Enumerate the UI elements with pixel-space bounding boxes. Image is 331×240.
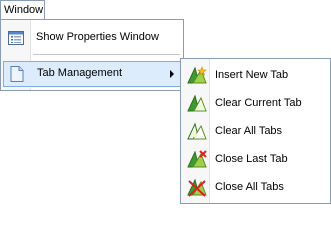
window-menu[interactable]: Window <box>0 0 45 19</box>
tab-management-icon <box>8 65 26 83</box>
submenu-item-label: Close All Tabs <box>215 181 284 193</box>
submenu-item-clear-all-tabs[interactable]: Clear All Tabs <box>182 118 329 144</box>
menu-item-tab-management[interactable]: Tab Management <box>3 61 181 87</box>
clear-all-tabs-icon <box>186 122 208 142</box>
menu-item-show-properties-window[interactable]: Show Properties Window <box>2 25 182 51</box>
close-all-tabs-icon <box>186 178 208 198</box>
clear-current-tab-icon <box>186 94 208 114</box>
submenu-item-clear-current-tab[interactable]: Clear Current Tab <box>182 90 329 116</box>
submenu-item-insert-new-tab[interactable]: Insert New Tab <box>182 62 329 88</box>
menu-item-label: Show Properties Window <box>36 31 159 43</box>
submenu-item-label: Clear Current Tab <box>215 97 302 109</box>
submenu-item-label: Close Last Tab <box>215 153 288 165</box>
insert-tab-icon <box>186 66 208 86</box>
submenu-item-close-last-tab[interactable]: Close Last Tab <box>182 146 329 172</box>
properties-window-icon <box>7 29 25 47</box>
window-dropdown-menu: Show Properties Window Tab Management <box>0 19 184 91</box>
menu-item-label: Tab Management <box>37 67 122 79</box>
window-menu-label: Window <box>4 4 44 16</box>
submenu-item-close-all-tabs[interactable]: Close All Tabs <box>182 174 329 200</box>
submenu-arrow-icon <box>170 70 174 78</box>
menu-separator <box>33 54 180 55</box>
submenu-item-label: Insert New Tab <box>215 69 289 81</box>
close-last-tab-icon <box>186 150 208 170</box>
tab-management-submenu: Insert New Tab Clear Current Tab Clear A… <box>180 58 331 204</box>
submenu-item-label: Clear All Tabs <box>215 125 283 137</box>
